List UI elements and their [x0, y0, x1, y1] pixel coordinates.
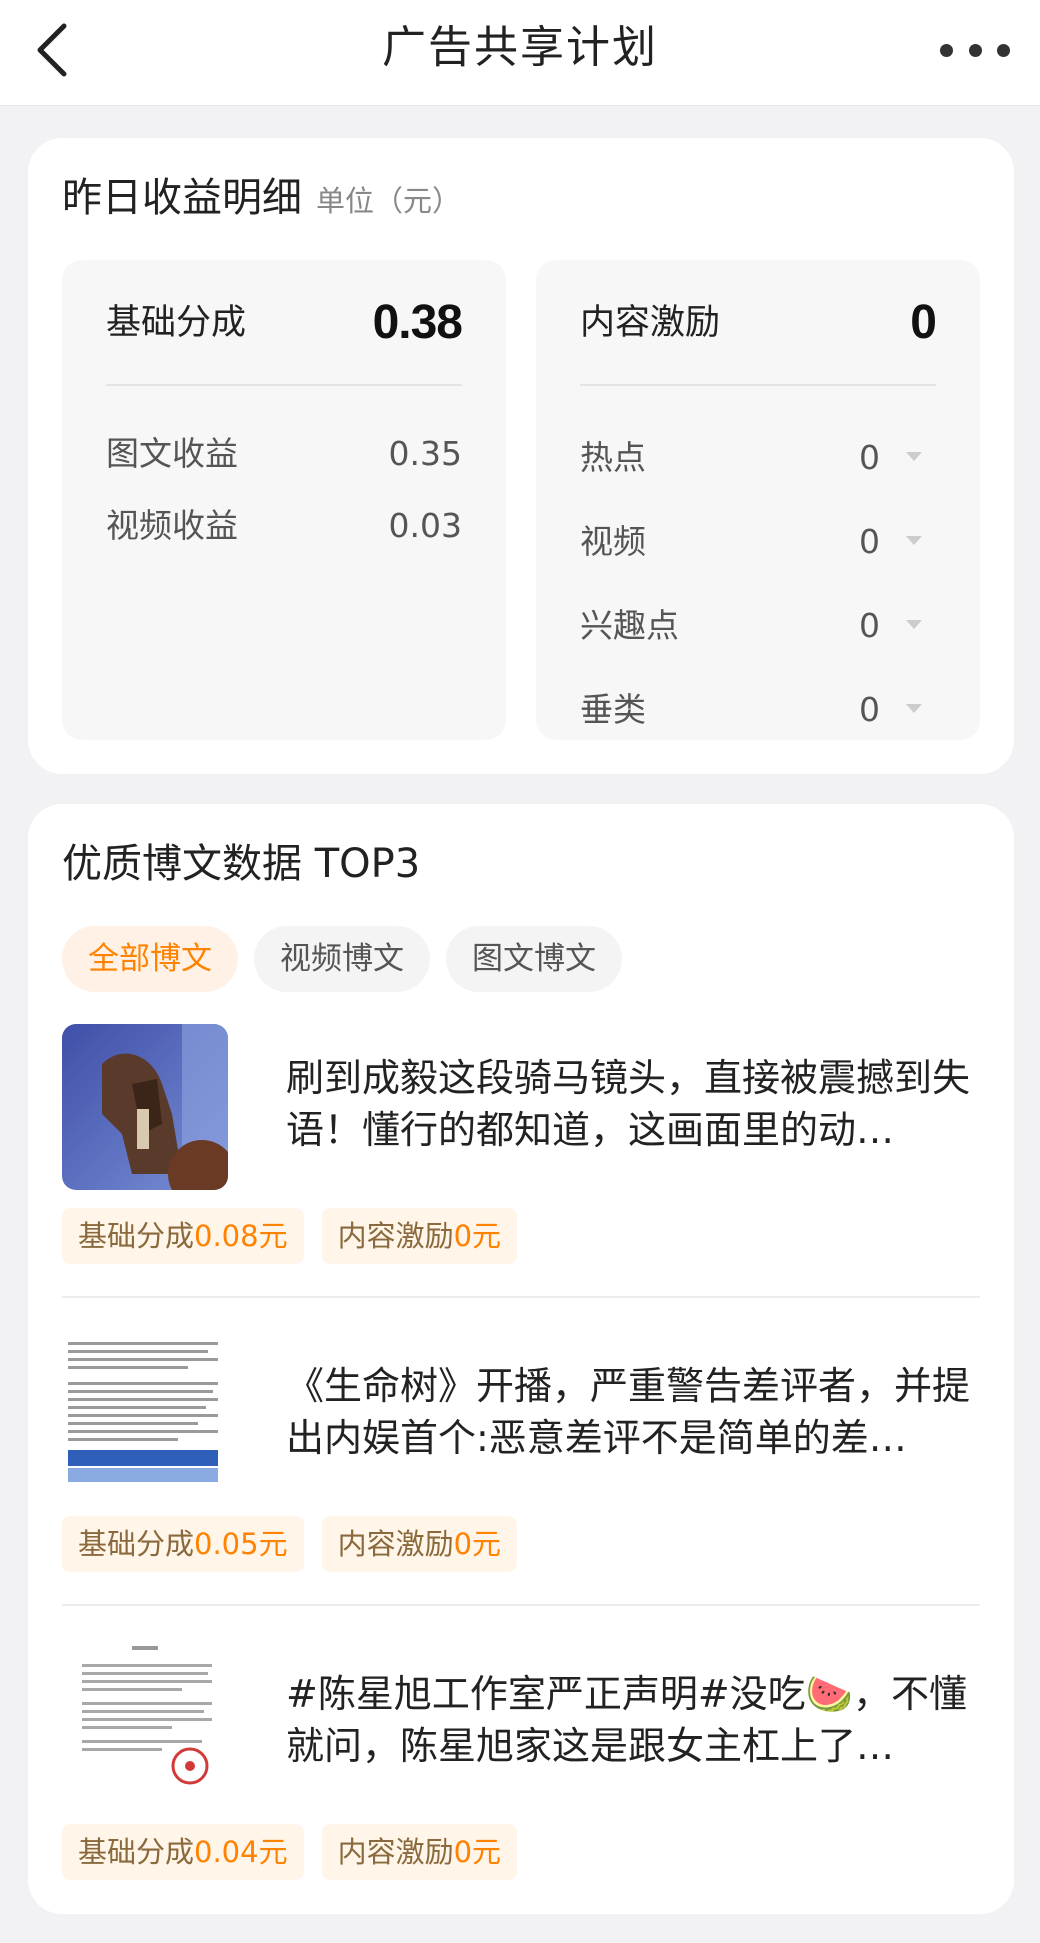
- content-incentive-value: 0: [910, 296, 937, 349]
- hotspot-label: 热点: [580, 438, 646, 477]
- vertical-label: 垂类: [580, 690, 646, 729]
- tag-label: 内容激励: [337, 1835, 454, 1869]
- tag-value: 0元: [453, 1835, 502, 1869]
- interest-value: 0: [859, 606, 880, 645]
- tag-value: 0.08元: [194, 1219, 288, 1253]
- tab-all-posts[interactable]: 全部博文: [62, 926, 238, 992]
- divider: [62, 1604, 980, 1606]
- tag-label: 内容激励: [337, 1527, 454, 1561]
- top3-card: 优质博文数据 TOP3 全部博文 视频博文 图文博文 刷到成毅这段骑马镜头，直接…: [28, 804, 1014, 1914]
- content-incentive-panel: 内容激励 0 热点 0 视频 0 兴趣点 0 垂类 0: [536, 260, 980, 740]
- tab-image-text-posts[interactable]: 图文博文: [446, 926, 622, 992]
- tag-label: 基础分成: [78, 1527, 195, 1561]
- post-item-3[interactable]: #陈星旭工作室严正声明#没吃🍉，不懂就问，陈星旭家这是跟女主杠上了… 基础分成0…: [62, 1640, 980, 1920]
- divider: [106, 384, 462, 386]
- tag-label: 基础分成: [78, 1835, 195, 1869]
- earnings-unit: 单位（元）: [316, 184, 462, 218]
- more-dot-icon: [940, 43, 953, 57]
- tag-label: 内容激励: [337, 1219, 454, 1253]
- base-share-value: 0.38: [372, 296, 463, 349]
- post-thumbnail: [62, 1640, 228, 1806]
- caret-down-icon[interactable]: [906, 452, 922, 461]
- more-options-button[interactable]: [940, 30, 1010, 70]
- post-thumbnail: [62, 1024, 228, 1190]
- video-incentive-label: 视频: [580, 522, 646, 561]
- vertical-value: 0: [859, 690, 880, 729]
- divider: [62, 1296, 980, 1298]
- divider: [580, 384, 936, 386]
- video-earnings-value: 0.03: [388, 506, 462, 545]
- top3-title: 优质博文数据 TOP3: [62, 841, 421, 887]
- hotspot-value: 0: [859, 438, 880, 477]
- content-incentive-tag: 内容激励0元: [321, 1824, 518, 1880]
- tag-value: 0元: [453, 1219, 502, 1253]
- video-incentive-value: 0: [859, 522, 880, 561]
- base-share-tag: 基础分成0.05元: [62, 1516, 304, 1572]
- base-share-tag: 基础分成0.08元: [62, 1208, 304, 1264]
- post-item-1[interactable]: 刷到成毅这段骑马镜头，直接被震撼到失语！懂行的都知道，这画面里的动… 基础分成0…: [62, 1024, 980, 1304]
- earnings-title: 昨日收益明细 单位（元）: [62, 168, 461, 231]
- image-text-earnings-value: 0.35: [388, 434, 462, 473]
- content-incentive-tag: 内容激励0元: [321, 1516, 518, 1572]
- caret-down-icon[interactable]: [906, 536, 922, 545]
- base-share-panel: 基础分成 0.38 图文收益 0.35 视频收益 0.03: [62, 260, 506, 740]
- post-tags: 基础分成0.04元 内容激励0元: [62, 1824, 518, 1880]
- image-text-earnings-label: 图文收益: [106, 434, 238, 473]
- post-type-tabs: 全部博文 视频博文 图文博文: [62, 926, 622, 992]
- tag-value: 0元: [453, 1527, 502, 1561]
- interest-label: 兴趣点: [580, 606, 679, 645]
- content-incentive-label: 内容激励: [580, 303, 721, 343]
- tab-video-posts[interactable]: 视频博文: [254, 926, 430, 992]
- caret-down-icon[interactable]: [906, 620, 922, 629]
- video-earnings-label: 视频收益: [106, 506, 238, 545]
- post-item-2[interactable]: 《生命树》开播，严重警告差评者，并提出内娱首个:恶意差评不是简单的差… 基础分成…: [62, 1332, 980, 1612]
- tag-value: 0.04元: [194, 1835, 288, 1869]
- content-incentive-tag: 内容激励0元: [321, 1208, 518, 1264]
- post-title[interactable]: #陈星旭工作室严正声明#没吃🍉，不懂就问，陈星旭家这是跟女主杠上了…: [286, 1668, 980, 1772]
- post-tags: 基础分成0.05元 内容激励0元: [62, 1516, 518, 1572]
- post-title[interactable]: 刷到成毅这段骑马镜头，直接被震撼到失语！懂行的都知道，这画面里的动…: [286, 1052, 980, 1156]
- post-title[interactable]: 《生命树》开播，严重警告差评者，并提出内娱首个:恶意差评不是简单的差…: [286, 1360, 980, 1464]
- tag-label: 基础分成: [78, 1219, 195, 1253]
- base-share-tag: 基础分成0.04元: [62, 1824, 304, 1880]
- page-title: 广告共享计划: [382, 22, 658, 73]
- post-thumbnail: [62, 1332, 228, 1498]
- top-nav-bar: 广告共享计划: [0, 0, 1040, 106]
- more-dot-icon: [997, 43, 1010, 57]
- more-dot-icon: [968, 43, 982, 57]
- tag-value: 0.05元: [194, 1527, 288, 1561]
- base-share-label: 基础分成: [106, 303, 247, 343]
- caret-down-icon[interactable]: [906, 704, 922, 713]
- post-tags: 基础分成0.08元 内容激励0元: [62, 1208, 518, 1264]
- earnings-title-text: 昨日收益明细: [62, 175, 302, 221]
- earnings-card: 昨日收益明细 单位（元） 基础分成 0.38 图文收益 0.35 视频收益 0.0…: [28, 138, 1014, 774]
